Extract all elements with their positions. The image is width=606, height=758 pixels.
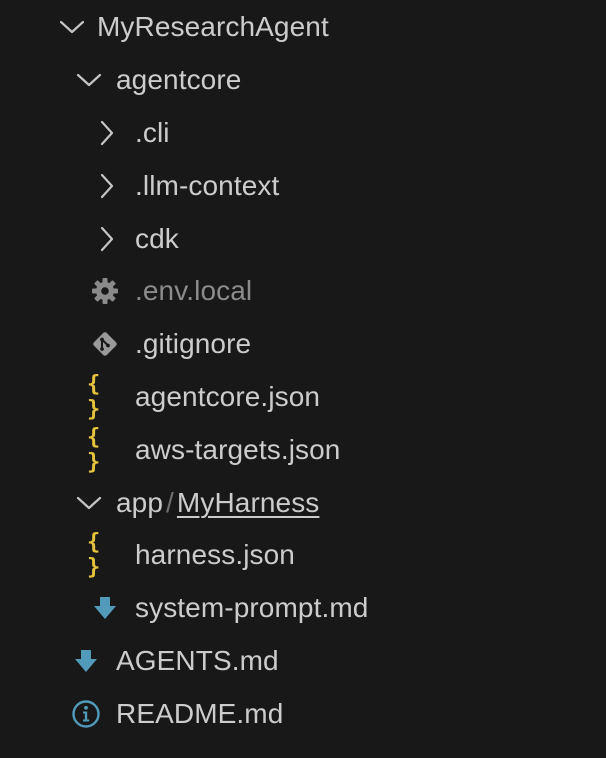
tree-file-aws-targets-json[interactable]: { } aws-targets.json (0, 424, 606, 476)
file-explorer-tree: MyResearchAgent agentcore .cli .llm-cont… (0, 0, 606, 758)
chevron-right-icon[interactable] (89, 107, 125, 159)
json-braces-icon: { } (87, 372, 103, 422)
tree-file-env-local[interactable]: .env.local (0, 265, 606, 317)
tree-file-system-prompt-md[interactable]: system-prompt.md (0, 582, 606, 634)
file-label-harness-json: harness.json (135, 539, 295, 570)
folder-label-app-path: app / MyHarness (116, 477, 319, 529)
tree-file-agents-md[interactable]: AGENTS.md (0, 635, 606, 687)
chevron-right-icon[interactable] (89, 213, 125, 265)
tree-folder-root[interactable]: MyResearchAgent (0, 1, 606, 53)
tree-folder-cdk[interactable]: cdk (0, 213, 606, 265)
chevron-down-icon[interactable] (54, 1, 90, 53)
folder-label-cdk: cdk (135, 223, 179, 254)
chevron-right-icon[interactable] (89, 160, 125, 212)
file-label-env-local: .env.local (135, 275, 253, 306)
tree-file-harness-json[interactable]: { } harness.json (0, 529, 606, 581)
file-label-system-prompt-md: system-prompt.md (135, 592, 369, 623)
folder-label-agentcore: agentcore (116, 64, 242, 95)
file-label-agentcore-json: agentcore.json (135, 381, 321, 412)
folder-label-app[interactable]: app (116, 487, 163, 518)
tree-folder-llm-context[interactable]: .llm-context (0, 160, 606, 212)
path-separator: / (166, 487, 174, 518)
file-label-aws-targets-json: aws-targets.json (135, 434, 341, 465)
info-icon (68, 688, 104, 740)
tree-folder-app-myharness[interactable]: app / MyHarness (0, 477, 606, 529)
file-label-readme-md: README.md (116, 698, 284, 729)
tree-file-gitignore[interactable]: .gitignore (0, 318, 606, 370)
tree-file-readme-md[interactable]: README.md (0, 688, 606, 740)
json-braces-icon: { } (87, 425, 103, 475)
folder-label-myharness[interactable]: MyHarness (177, 487, 320, 518)
git-icon (87, 318, 123, 370)
gear-icon (87, 265, 123, 317)
chevron-down-icon[interactable] (71, 54, 107, 106)
json-braces-icon: { } (87, 530, 103, 580)
markdown-down-arrow-icon (68, 635, 104, 687)
tree-file-agentcore-json[interactable]: { } agentcore.json (0, 371, 606, 423)
folder-label-root: MyResearchAgent (97, 11, 329, 42)
markdown-down-arrow-icon (87, 582, 123, 634)
chevron-down-icon[interactable] (71, 477, 107, 529)
file-label-gitignore: .gitignore (135, 328, 252, 359)
folder-label-cli: .cli (135, 117, 170, 148)
tree-folder-cli[interactable]: .cli (0, 107, 606, 159)
file-label-agents-md: AGENTS.md (116, 645, 279, 676)
tree-folder-agentcore[interactable]: agentcore (0, 54, 606, 106)
folder-label-llm-context: .llm-context (135, 170, 280, 201)
